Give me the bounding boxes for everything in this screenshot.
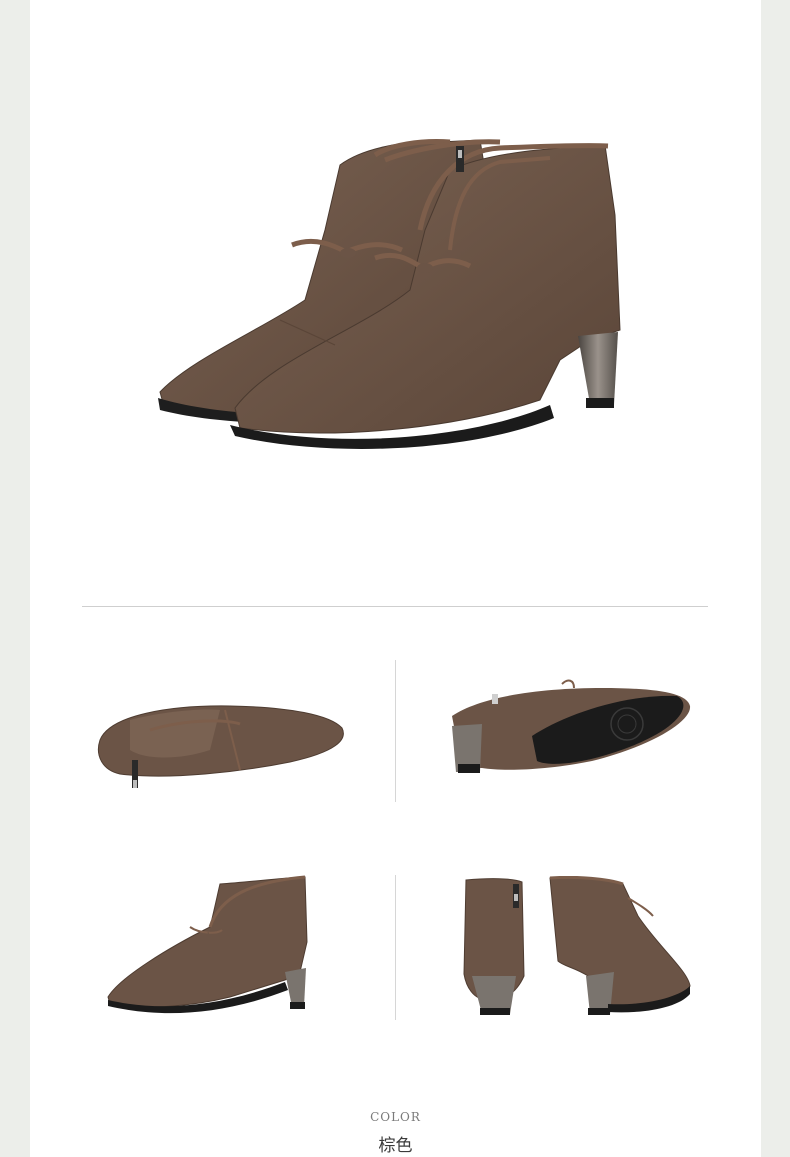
grid-divider-top — [395, 660, 396, 802]
front-back-view-image — [458, 876, 718, 1021]
side-view-image — [100, 872, 320, 1017]
color-name: 棕色 — [378, 1136, 413, 1156]
product-detail-page: COLOR 棕色 — [30, 0, 761, 1157]
hero-pair-image — [30, 0, 761, 600]
color-label: COLOR — [370, 1110, 421, 1124]
sole-view-image — [442, 676, 702, 781]
top-view-image — [90, 690, 350, 800]
grid-divider-bottom — [395, 875, 396, 1020]
section-divider — [82, 606, 708, 607]
